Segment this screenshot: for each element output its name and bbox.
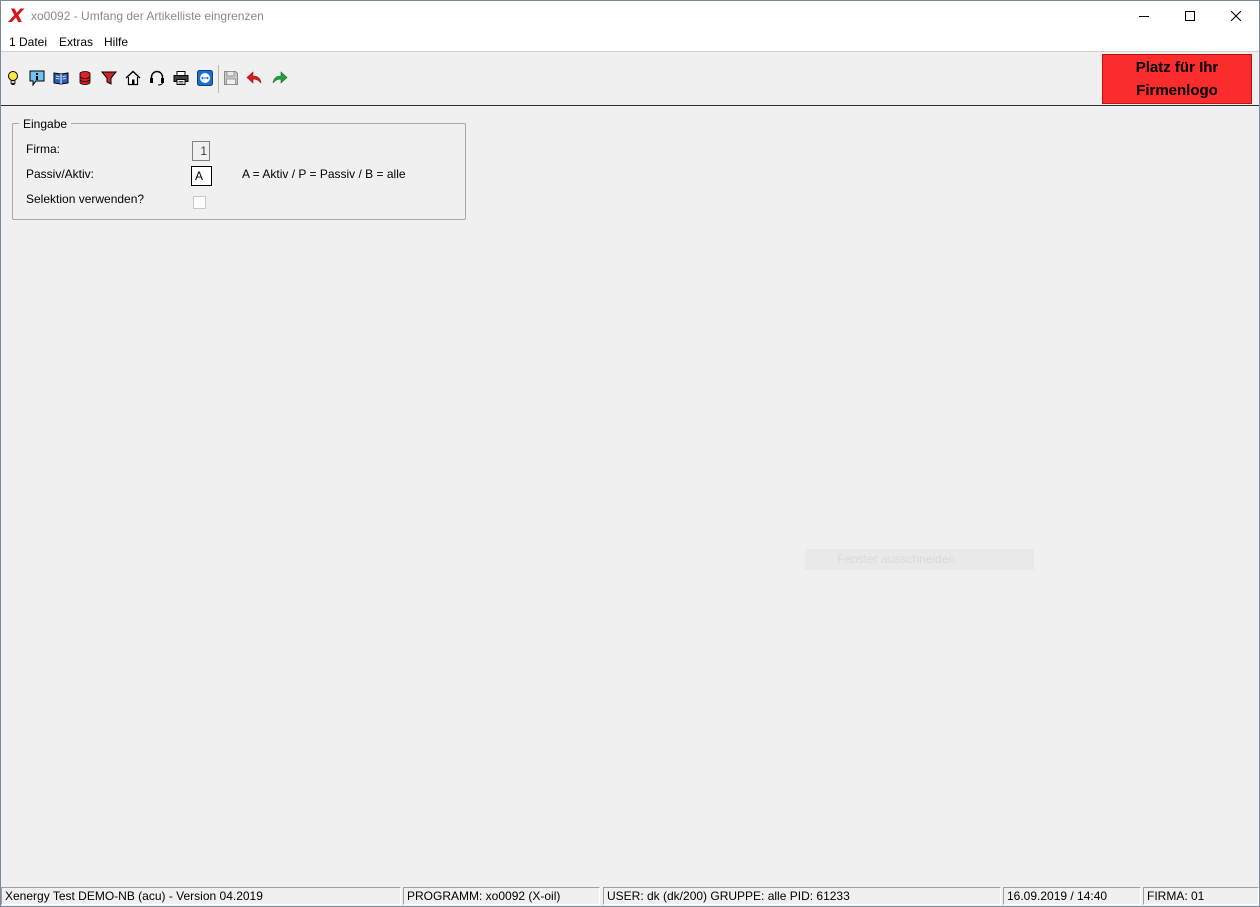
ghost-tooltip: Fenster ausschneiden [805,549,1034,570]
database-button[interactable] [76,69,94,87]
title-bar[interactable]: X xo0092 - Umfang der Artikelliste eingr… [1,1,1259,31]
toolbar: Platz für Ihr Firmenlogo [1,52,1259,106]
passiv-aktiv-input[interactable] [191,166,212,186]
home-icon [125,70,141,86]
tips-button[interactable] [4,69,22,87]
close-button[interactable] [1213,1,1259,31]
status-user: USER: dk (dk/200) GRUPPE: alle PID: 6123… [603,887,1001,905]
logo-text-line1: Platz für Ihr [1135,59,1219,76]
book-icon [53,72,69,85]
redo-button[interactable] [270,69,288,87]
redo-icon [272,71,288,84]
menu-bar: 1 Datei Extras Hilfe [1,31,1259,52]
teamviewer-icon [197,70,213,86]
printer-icon [173,71,189,85]
status-firma: FIRMA: 01 [1143,887,1259,905]
close-icon [1231,11,1241,21]
info-button[interactable] [28,69,46,87]
undo-button[interactable] [246,69,264,87]
status-version: Xenergy Test DEMO-NB (acu) - Version 04.… [1,887,401,905]
home-button[interactable] [124,69,142,87]
menu-hilfe[interactable]: Hilfe [104,35,128,49]
firma-label: Firma: [26,142,60,156]
undo-icon [246,71,262,84]
remote-support-button[interactable] [196,69,214,87]
info-icon [29,70,45,86]
status-bar: Xenergy Test DEMO-NB (acu) - Version 04.… [1,886,1259,906]
maximize-icon [1185,11,1195,21]
firma-field: 1 [192,141,210,161]
print-button[interactable] [172,69,190,87]
support-button[interactable] [148,69,166,87]
maximize-button[interactable] [1167,1,1213,31]
passiv-aktiv-label: Passiv/Aktiv: [26,167,95,181]
selektion-checkbox[interactable] [193,196,206,209]
app-logo-icon: X [9,5,24,27]
headset-icon [150,70,164,86]
passiv-aktiv-hint: A = Aktiv / P = Passiv / B = alle [242,167,406,181]
toolbar-separator [218,65,219,93]
filter-button[interactable] [100,69,118,87]
manual-button[interactable] [52,69,70,87]
save-button[interactable] [222,69,240,87]
lightbulb-icon [8,71,18,85]
minimize-button[interactable] [1121,1,1167,31]
window-title: xo0092 - Umfang der Artikelliste eingren… [31,9,264,23]
database-icon [79,71,91,85]
minimize-icon [1139,16,1149,17]
menu-datei[interactable]: 1 Datei [9,35,47,49]
logo-text-line2: Firmenlogo [1136,82,1218,99]
filter-icon [101,71,117,85]
save-icon [224,71,238,85]
status-programm: PROGRAMM: xo0092 (X-oil) [403,887,600,905]
status-datetime: 16.09.2019 / 14:40 [1003,887,1141,905]
selektion-label: Selektion verwenden? [26,192,145,206]
menu-extras[interactable]: Extras [59,35,93,49]
company-logo-placeholder: Platz für Ihr Firmenlogo [1102,54,1252,104]
application-window: X xo0092 - Umfang der Artikelliste eingr… [0,0,1260,907]
groupbox-title: Eingabe [19,117,72,131]
